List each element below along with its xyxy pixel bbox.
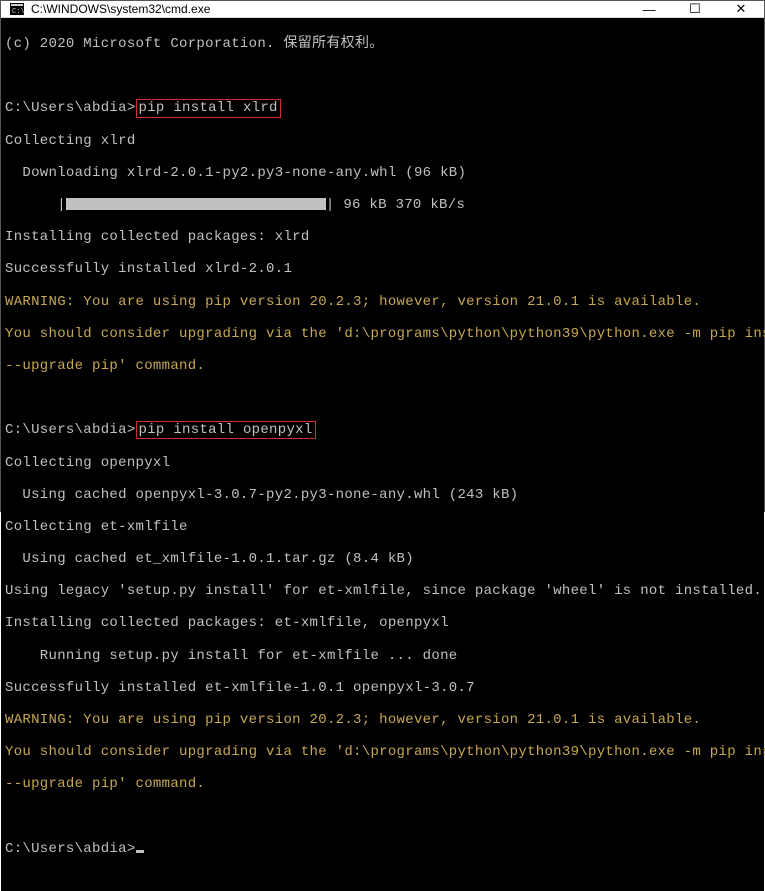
- terminal-output[interactable]: (c) 2020 Microsoft Corporation. 保留所有权利。 …: [1, 18, 765, 891]
- window-title: C:\WINDOWS\system32\cmd.exe: [31, 2, 626, 16]
- output-line: Successfully installed xlrd-2.0.1: [5, 261, 765, 277]
- output-line: Installing collected packages: xlrd: [5, 229, 765, 245]
- maximize-button[interactable]: ☐: [672, 1, 718, 17]
- output-line: | | 96 kB 370 kB/s: [5, 197, 765, 213]
- window-controls: — ☐ ✕: [626, 1, 764, 17]
- output-line: Downloading xlrd-2.0.1-py2.py3-none-any.…: [5, 165, 765, 181]
- cmd-icon: C:\: [9, 1, 25, 17]
- svg-text:C:\: C:\: [12, 8, 24, 15]
- progress-stat: | 96 kB 370 kB/s: [326, 197, 465, 213]
- output-line: Collecting openpyxl: [5, 455, 765, 471]
- highlighted-command: pip install xlrd: [136, 99, 281, 117]
- warning-line: --upgrade pip' command.: [5, 776, 765, 792]
- warning-line: You should consider upgrading via the 'd…: [5, 744, 765, 760]
- output-line: Using legacy 'setup.py install' for et-x…: [5, 583, 765, 599]
- warning-line: WARNING: You are using pip version 20.2.…: [5, 712, 765, 728]
- output-line: Using cached et_xmlfile-1.0.1.tar.gz (8.…: [5, 551, 765, 567]
- warning-line: You should consider upgrading via the 'd…: [5, 326, 765, 342]
- cmd-line: C:\Users\abdia>pip install openpyxl: [5, 422, 765, 438]
- cmd-line: C:\Users\abdia>: [5, 841, 765, 857]
- cursor: [136, 850, 144, 853]
- output-line: Using cached openpyxl-3.0.7-py2.py3-none…: [5, 487, 765, 503]
- highlighted-command: pip install openpyxl: [136, 421, 316, 439]
- progress-bar: [66, 198, 326, 210]
- output-line: Collecting xlrd: [5, 133, 765, 149]
- output-line: Installing collected packages: et-xmlfil…: [5, 615, 765, 631]
- output-line: [5, 390, 765, 406]
- prompt: C:\Users\abdia>: [5, 841, 136, 857]
- minimize-button[interactable]: —: [626, 1, 672, 17]
- output-line: [5, 809, 765, 825]
- terminal-area: (c) 2020 Microsoft Corporation. 保留所有权利。 …: [1, 18, 764, 891]
- prompt: C:\Users\abdia>: [5, 422, 136, 438]
- cmd-window: C:\ C:\WINDOWS\system32\cmd.exe — ☐ ✕ (c…: [0, 0, 765, 512]
- warning-line: --upgrade pip' command.: [5, 358, 765, 374]
- titlebar[interactable]: C:\ C:\WINDOWS\system32\cmd.exe — ☐ ✕: [1, 1, 764, 18]
- close-button[interactable]: ✕: [718, 1, 764, 17]
- prompt: C:\Users\abdia>: [5, 100, 136, 116]
- progress-indent: |: [5, 197, 66, 213]
- output-line: [5, 68, 765, 84]
- output-line: Running setup.py install for et-xmlfile …: [5, 648, 765, 664]
- warning-line: WARNING: You are using pip version 20.2.…: [5, 294, 765, 310]
- cmd-line: C:\Users\abdia>pip install xlrd: [5, 100, 765, 116]
- output-line: Collecting et-xmlfile: [5, 519, 765, 535]
- output-line: (c) 2020 Microsoft Corporation. 保留所有权利。: [5, 36, 765, 52]
- output-line: Successfully installed et-xmlfile-1.0.1 …: [5, 680, 765, 696]
